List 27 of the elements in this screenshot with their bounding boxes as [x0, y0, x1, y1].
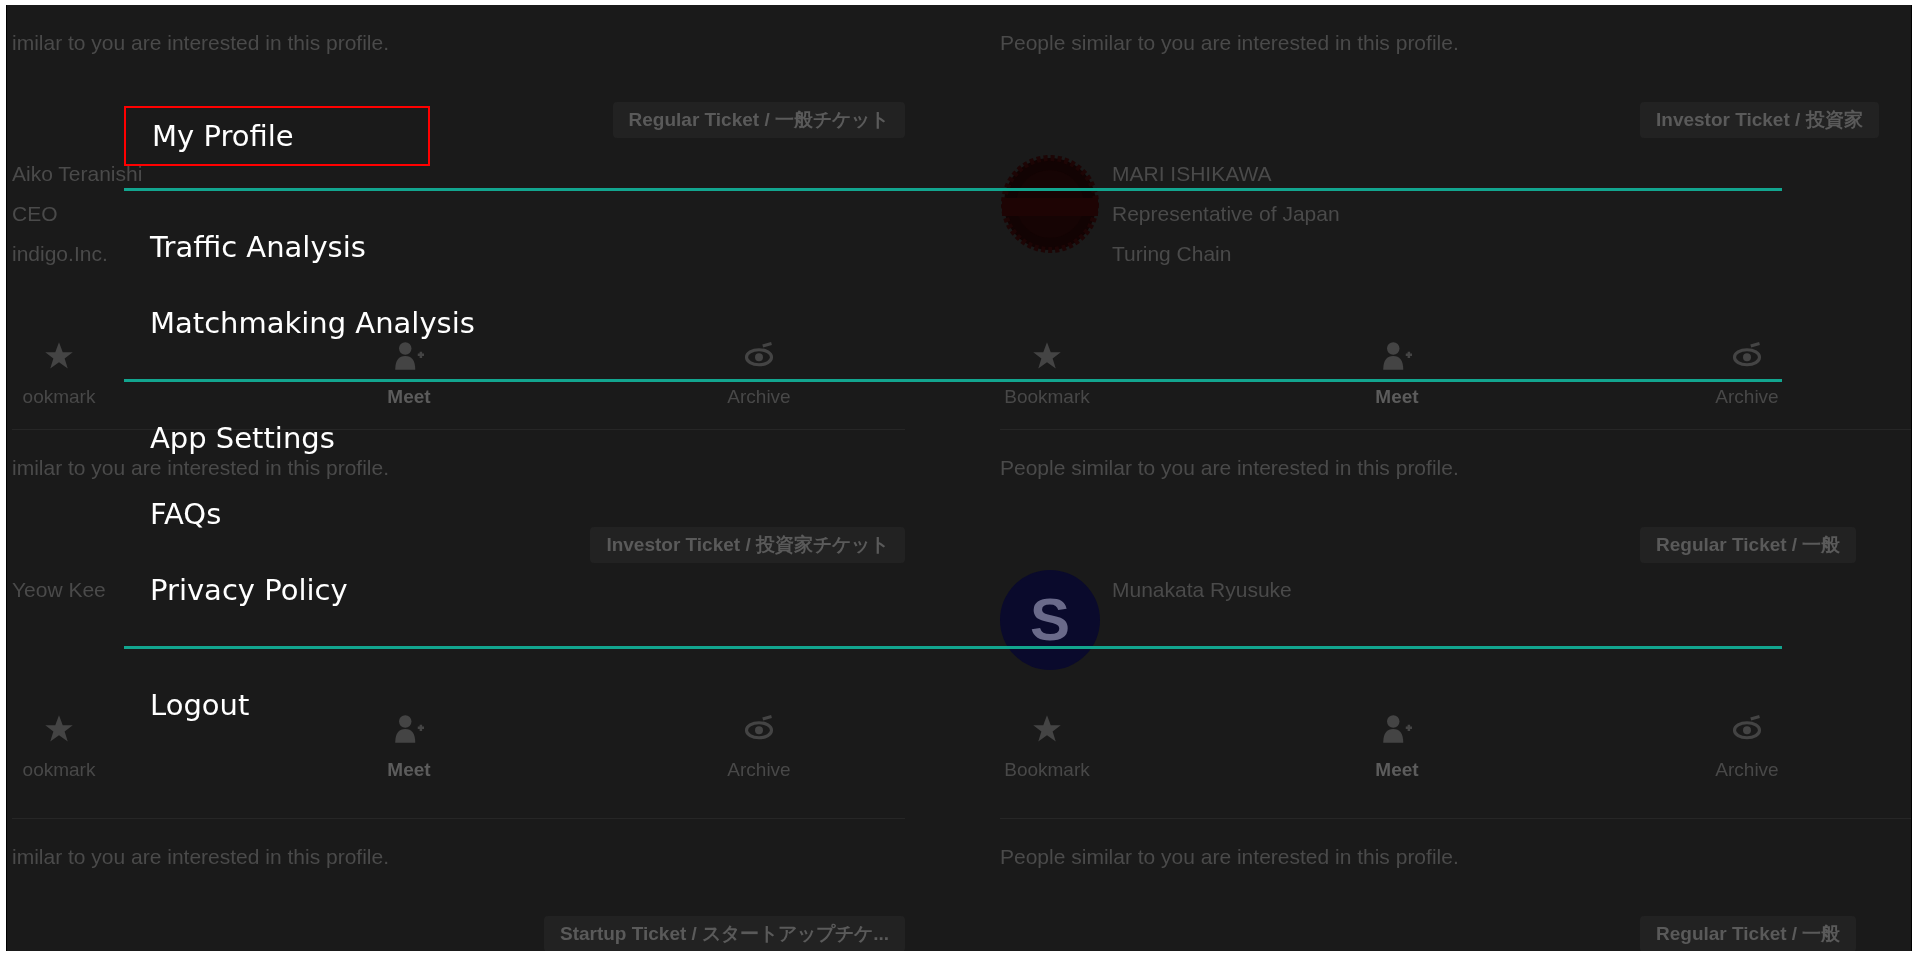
- action-button[interactable]: Meet: [387, 341, 431, 409]
- action-button[interactable]: Meet: [387, 714, 431, 782]
- ticket-badge: Investor Ticket / 投資家チケット: [590, 527, 905, 563]
- person-plus-icon: [1382, 341, 1412, 371]
- seal-logo-icon: [1000, 154, 1100, 254]
- menu-item[interactable]: App Settings: [124, 420, 361, 456]
- star-icon: [1032, 714, 1062, 744]
- star-icon: [44, 341, 74, 371]
- menu-item[interactable]: My Profile: [124, 106, 430, 166]
- star-icon: [1032, 341, 1062, 371]
- menu-item[interactable]: Privacy Policy: [124, 572, 374, 608]
- ticket-badge: Investor Ticket / 投資家: [1640, 102, 1879, 138]
- ticket-badge: Startup Ticket / スタートアップチケ...: [543, 916, 905, 951]
- person-plus-icon: [394, 341, 424, 371]
- menu-item[interactable]: Traffic Analysis: [124, 229, 392, 265]
- person-plus-icon: [394, 714, 424, 744]
- action-button[interactable]: Meet: [1375, 714, 1419, 782]
- menu-item[interactable]: FAQs: [124, 496, 248, 532]
- ticket-badge: Regular Ticket / 一般: [1640, 916, 1857, 951]
- person-plus-icon: [1382, 714, 1412, 744]
- menu-item[interactable]: Matchmaking Analysis: [124, 305, 501, 341]
- avatar-circle: S: [1000, 570, 1100, 670]
- menu-item[interactable]: Logout: [124, 687, 276, 723]
- ticket-badge: Regular Ticket / 一般チケット: [612, 102, 905, 138]
- action-button[interactable]: Meet: [1375, 341, 1419, 409]
- star-icon: [44, 714, 74, 744]
- ticket-badge: Regular Ticket / 一般: [1640, 527, 1857, 563]
